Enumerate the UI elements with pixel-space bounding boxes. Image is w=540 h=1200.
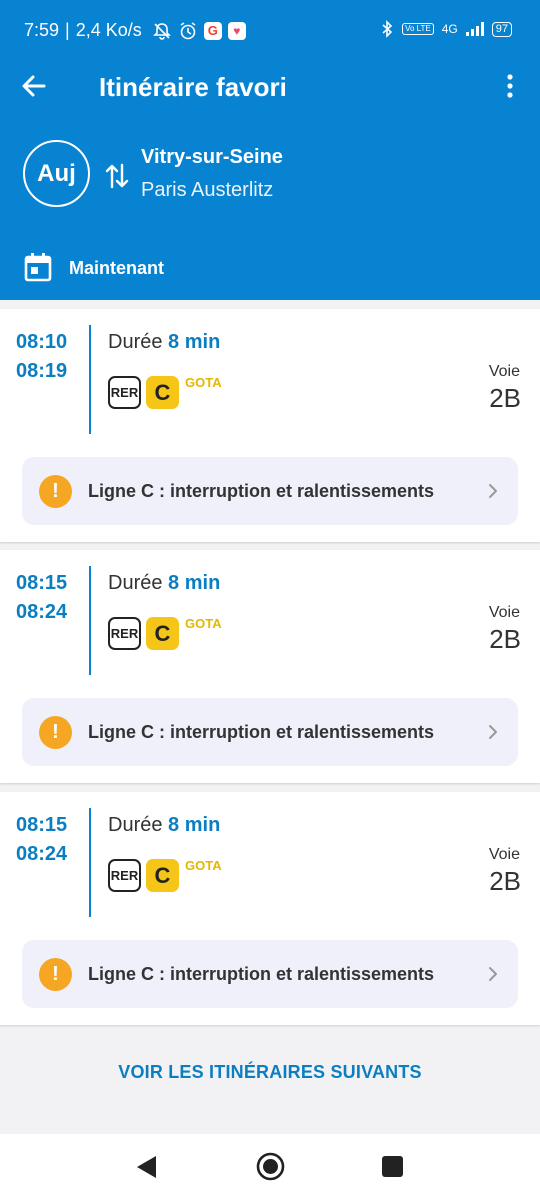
nav-back-icon[interactable]: [135, 1154, 159, 1180]
timeline-divider: [89, 808, 91, 917]
bell-off-icon: [152, 22, 171, 40]
chevron-right-icon: [489, 967, 497, 981]
volte-badge: Vo LTE: [402, 23, 434, 35]
signal-icon: [465, 22, 484, 36]
chevron-right-icon: [489, 725, 497, 739]
departure-time: 08:10: [16, 331, 68, 353]
exclamation-icon: !: [39, 716, 72, 749]
mission-code: GOTA: [185, 616, 222, 631]
mission-code: GOTA: [185, 375, 222, 390]
trip-card[interactable]: 08:10 08:19 Durée 8 min RER C GOTA Voie …: [0, 309, 540, 542]
line-c-icon: C: [146, 376, 179, 409]
nav-home-icon[interactable]: [256, 1152, 285, 1181]
app-header: Itinéraire favori Auj Vitry-sur-Seine Pa…: [0, 62, 540, 300]
network-type: 4G: [441, 22, 458, 36]
line-c-icon: C: [146, 617, 179, 650]
duration-label: Durée: [108, 814, 163, 836]
departure-time: 08:15: [16, 814, 68, 836]
status-bar: 7:59 | 2,4 Ko/s G ♥ Vo LTE 4G 97: [0, 0, 540, 62]
timeline-divider: [89, 325, 91, 434]
trip-duration: Durée 8 min: [108, 814, 220, 837]
status-separator: |: [65, 20, 70, 40]
page-title: Itinéraire favori: [99, 72, 287, 102]
platform-value: 2B: [489, 866, 521, 896]
chevron-right-icon: [489, 484, 497, 498]
platform-label: Voie: [488, 846, 520, 863]
origin-station[interactable]: Vitry-sur-Seine: [141, 146, 283, 169]
bluetooth-icon: [382, 20, 393, 38]
departure-time: 08:15: [16, 572, 68, 594]
departure-time-selector[interactable]: Maintenant: [69, 258, 164, 279]
rer-mode-icon: RER: [108, 376, 141, 409]
status-right: Vo LTE 4G 97: [380, 20, 512, 38]
arrival-time: 08:19: [16, 360, 68, 382]
alert-text: Ligne C : interruption et ralentissement…: [88, 722, 435, 742]
status-notification-icons: G ♥: [152, 21, 246, 41]
destination-station[interactable]: Paris Austerlitz: [141, 179, 273, 202]
duration-value: 8 min: [168, 572, 221, 594]
disruption-alert[interactable]: ! Ligne C : interruption et ralentisseme…: [22, 457, 518, 525]
google-icon: G: [203, 21, 222, 40]
trip-duration: Durée 8 min: [108, 572, 220, 595]
battery-icon: 97: [491, 21, 512, 37]
more-vert-icon[interactable]: [500, 72, 520, 100]
more-itineraries-button[interactable]: VOIR LES ITINÉRAIRES SUIVANTS: [0, 1062, 540, 1083]
status-speed: 2,4 Ko/s: [75, 20, 142, 40]
rer-mode-icon: RER: [108, 859, 141, 892]
app-notification-icon: ♥: [227, 21, 246, 40]
duration-value: 8 min: [168, 814, 221, 836]
swap-vertical-icon[interactable]: [104, 162, 130, 190]
trip-card[interactable]: 08:15 08:24 Durée 8 min RER C GOTA Voie …: [0, 550, 540, 783]
alert-text: Ligne C : interruption et ralentissement…: [88, 964, 435, 984]
line-c-icon: C: [146, 859, 179, 892]
duration-value: 8 min: [168, 331, 221, 353]
mission-code: GOTA: [185, 858, 222, 873]
arrow-left-icon[interactable]: [20, 72, 48, 100]
platform-value: 2B: [489, 624, 521, 654]
trip-duration: Durée 8 min: [108, 331, 220, 354]
exclamation-icon: !: [39, 958, 72, 991]
status-time: 7:59: [24, 20, 60, 40]
alarm-icon: [180, 21, 196, 39]
status-left: 7:59 | 2,4 Ko/s G ♥: [24, 20, 246, 41]
timeline-divider: [89, 566, 91, 675]
trip-card[interactable]: 08:15 08:24 Durée 8 min RER C GOTA Voie …: [0, 792, 540, 1025]
exclamation-icon: !: [39, 475, 72, 508]
disruption-alert[interactable]: ! Ligne C : interruption et ralentisseme…: [22, 698, 518, 766]
arrival-time: 08:24: [16, 843, 68, 865]
alert-text: Ligne C : interruption et ralentissement…: [88, 481, 435, 501]
rer-mode-icon: RER: [108, 617, 141, 650]
nav-recents-icon[interactable]: [382, 1156, 403, 1177]
platform-label: Voie: [488, 363, 520, 380]
duration-label: Durée: [108, 331, 163, 353]
duration-label: Durée: [108, 572, 163, 594]
day-badge[interactable]: Auj: [23, 140, 90, 207]
platform-value: 2B: [489, 383, 521, 413]
calendar-icon[interactable]: [24, 252, 52, 282]
platform-label: Voie: [488, 604, 520, 621]
disruption-alert[interactable]: ! Ligne C : interruption et ralentisseme…: [22, 940, 518, 1008]
system-nav-bar: [0, 1134, 540, 1200]
arrival-time: 08:24: [16, 601, 68, 623]
